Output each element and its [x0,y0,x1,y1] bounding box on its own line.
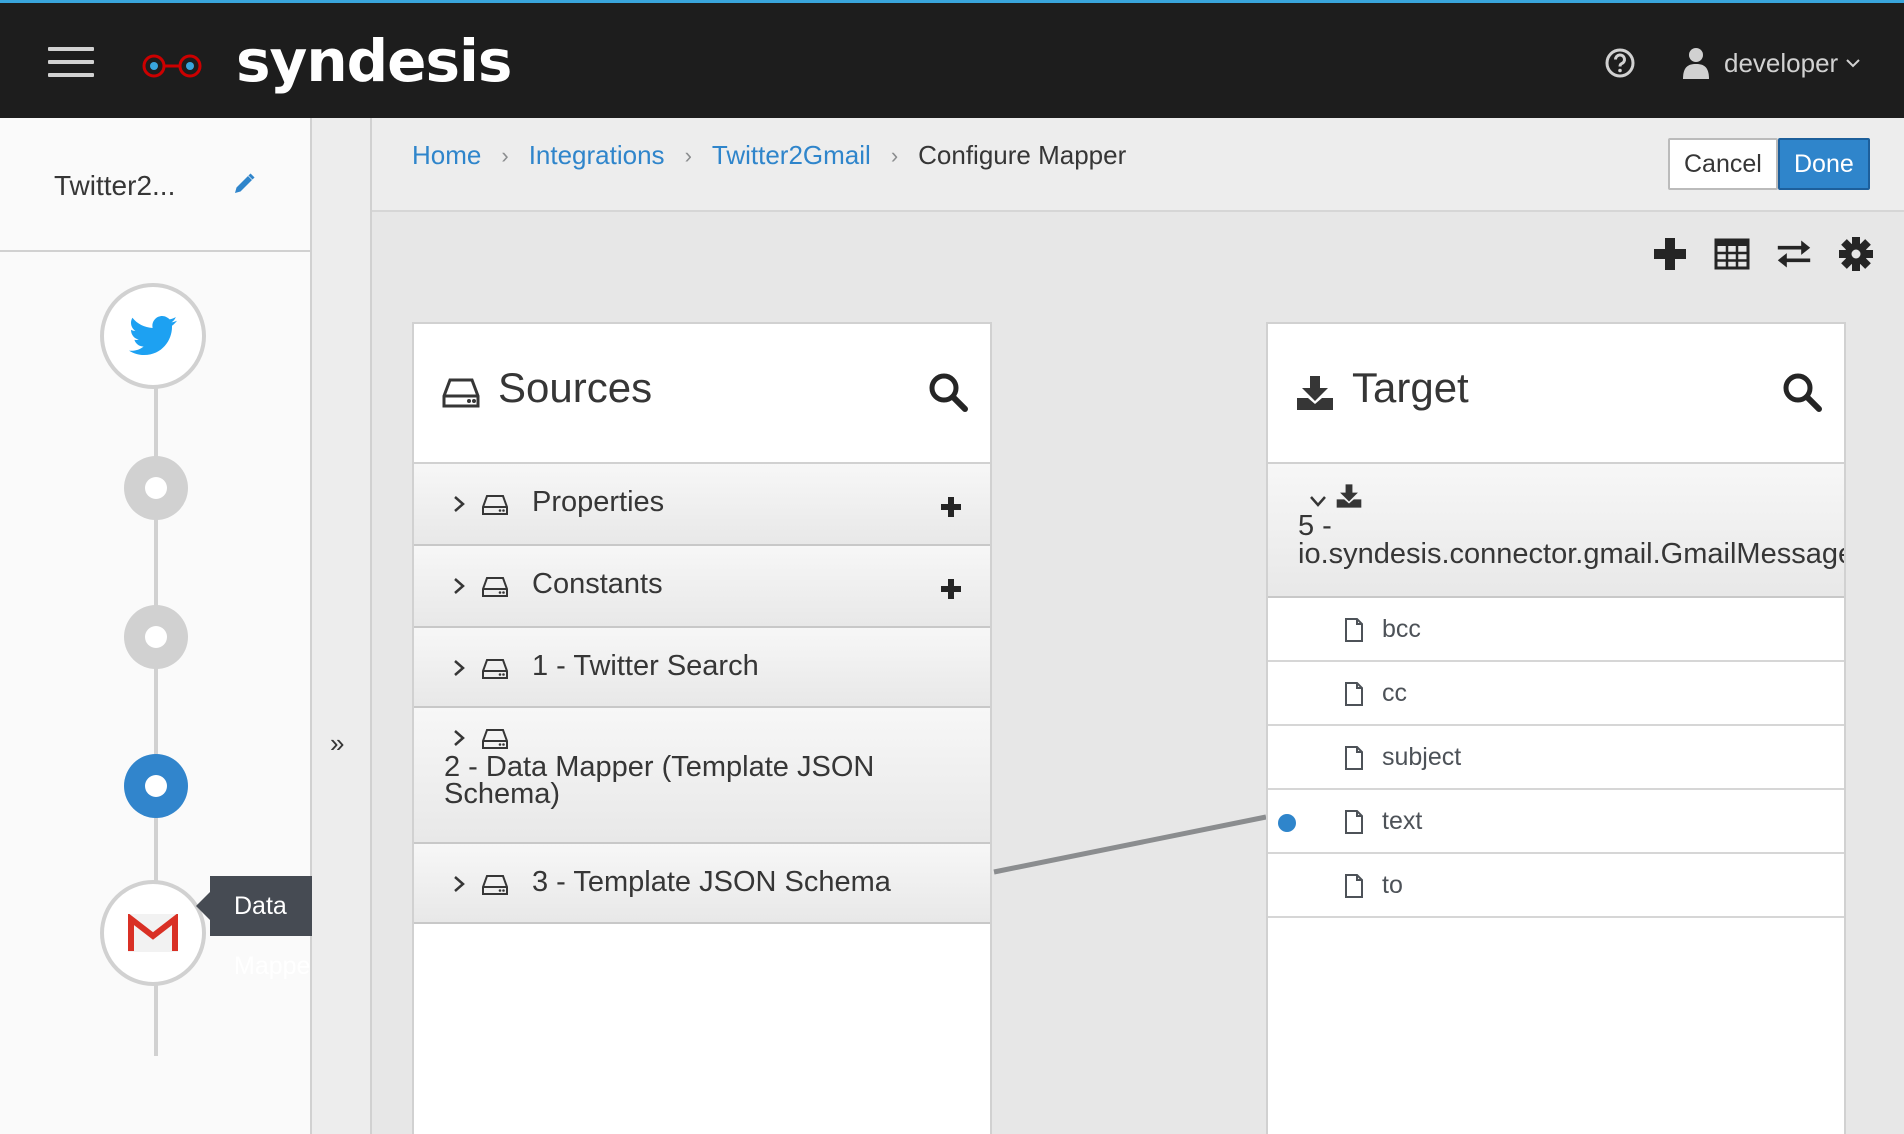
doc-label: 3 - Template JSON Schema [532,866,891,898]
search-icon[interactable] [1782,372,1822,412]
mapping-table-icon[interactable] [1714,236,1750,272]
breadcrumb-current: Configure Mapper [918,140,1127,170]
breadcrumb-separator-icon: › [890,142,899,168]
hdd-icon [482,495,508,515]
target-header: Target [1268,324,1844,464]
source-doc-data-mapper[interactable]: 2 - Data Mapper (Template JSON Schema) [414,708,990,844]
field-label: subject [1382,743,1462,771]
step-gmail[interactable] [100,880,206,986]
sources-header: Sources [414,324,990,464]
add-constant-icon[interactable] [940,578,962,600]
breadcrumb-home[interactable]: Home [412,140,481,171]
add-mapping-icon[interactable] [1652,236,1688,272]
search-icon[interactable] [928,372,968,412]
file-icon [1345,874,1363,898]
breadcrumb-integrations[interactable]: Integrations [529,140,665,171]
file-icon [1345,618,1363,642]
target-field-to[interactable]: to [1268,854,1844,918]
sources-panel: Sources Properties Constants 1 - Twitter… [412,322,992,1134]
breadcrumb-separator-icon: › [501,142,509,168]
chevron-right-icon[interactable] [452,728,466,748]
source-doc-twitter-search[interactable]: 1 - Twitter Search [414,628,990,708]
integration-steps-sidebar: Twitter2... Data Mapper [0,118,343,1134]
chevron-right-icon[interactable] [452,494,466,514]
sources-title: Sources [498,364,653,411]
settings-gear-icon[interactable] [1838,236,1874,272]
hamburger-menu-icon[interactable] [48,47,94,77]
hdd-icon [482,577,508,597]
breadcrumb: Home › Integrations › Twitter2Gmail › Co… [412,140,1126,171]
doc-label: io.syndesis.connector.gmail.GmailMessage [1298,538,1844,570]
target-field-bcc[interactable]: bcc [1268,598,1844,662]
gmail-icon [128,914,178,952]
username-label: developer [1724,47,1839,78]
chevron-down-icon [1846,59,1860,68]
integration-name-row: Twitter2... [0,118,310,252]
hdd-icon [482,875,508,895]
step-twitter[interactable] [100,283,206,389]
toolbar-row: Home › Integrations › Twitter2Gmail › Co… [372,118,1904,212]
field-label: text [1382,807,1423,835]
main-content: Home › Integrations › Twitter2Gmail › Co… [372,118,1904,1134]
download-icon [1336,484,1362,508]
hdd-icon [442,378,480,408]
file-icon [1345,682,1363,706]
target-title: Target [1352,364,1469,411]
chevron-right-icon[interactable] [452,576,466,596]
field-label: cc [1382,679,1407,707]
target-field-text[interactable]: text [1268,790,1844,854]
hdd-icon [482,729,508,749]
mapper-toolbar [1652,236,1874,272]
breadcrumb-separator-icon: › [684,142,692,168]
doc-label-prefix: 5 - [1298,510,1332,542]
target-doc-gmail-message[interactable]: 5 - io.syndesis.connector.gmail.GmailMes… [1268,464,1844,598]
chevron-down-icon[interactable] [1308,494,1328,508]
collapse-strip: » [312,118,372,1134]
syndesis-logo-icon [142,54,202,78]
doc-label: Constants [532,568,663,600]
file-icon [1345,746,1363,770]
twitter-icon [129,316,177,355]
top-navbar: syndesis developer [0,0,1904,118]
source-doc-constants[interactable]: Constants [414,546,990,628]
field-label: bcc [1382,615,1421,643]
help-icon[interactable] [1604,47,1636,79]
field-label: to [1382,871,1403,899]
pencil-edit-icon[interactable] [232,172,256,196]
cancel-button[interactable]: Cancel [1668,138,1778,190]
exchange-icon[interactable] [1776,236,1812,272]
step-data-mapper[interactable] [124,754,188,818]
integration-name: Twitter2... [54,170,176,201]
done-button[interactable]: Done [1778,138,1870,190]
source-doc-properties[interactable]: Properties [414,464,990,546]
brand-name: syndesis [236,27,512,95]
hdd-icon [482,659,508,679]
add-property-icon[interactable] [940,496,962,518]
user-icon [1683,48,1709,79]
expand-toggle-button[interactable]: » [330,728,344,759]
file-icon [1345,810,1363,834]
step-2[interactable] [124,456,188,520]
source-doc-template-json-schema[interactable]: 3 - Template JSON Schema [414,844,990,924]
step-3[interactable] [124,605,188,669]
chevron-right-icon[interactable] [452,874,466,894]
doc-label: Properties [532,486,665,518]
target-field-subject[interactable]: subject [1268,726,1844,790]
target-panel: Target 5 - io.syndesis.connector.gmail.G… [1266,322,1846,1134]
chevron-right-icon[interactable] [452,658,466,678]
doc-label: 2 - Data Mapper (Template JSON Schema) [444,751,875,810]
doc-label: 1 - Twitter Search [532,650,759,682]
breadcrumb-integration[interactable]: Twitter2Gmail [712,140,871,171]
target-field-cc[interactable]: cc [1268,662,1844,726]
download-icon [1297,376,1333,410]
user-menu[interactable]: developer [1682,43,1860,83]
mapped-indicator-icon [1278,814,1296,832]
